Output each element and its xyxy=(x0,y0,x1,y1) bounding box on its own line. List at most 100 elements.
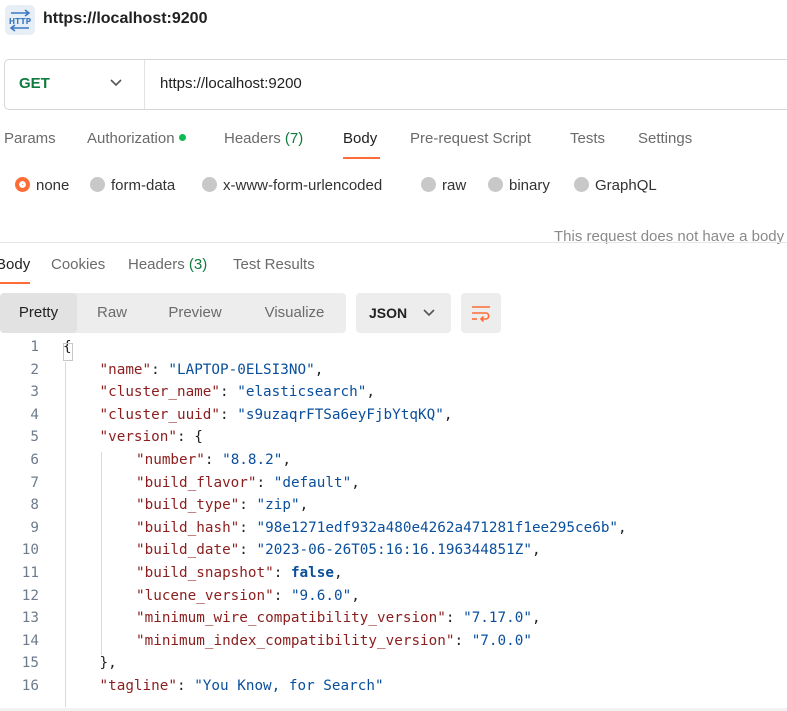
tab-authorization[interactable]: Authorization xyxy=(87,130,186,147)
json-value: "elasticsearch" xyxy=(237,384,367,401)
view-mode-pretty[interactable]: Pretty xyxy=(0,293,77,333)
line-number: 11 xyxy=(21,565,39,581)
tab-body[interactable]: Body xyxy=(343,130,377,147)
json-punctuation: , xyxy=(351,587,360,604)
response-tab-cookies[interactable]: Cookies xyxy=(51,256,105,273)
json-punctuation: , xyxy=(531,542,541,559)
title-bar: HTTP https://localhost:9200 xyxy=(0,0,787,40)
code-line: 10 "build_date": "2023-06-26T05:16:16.196… xyxy=(0,542,787,565)
request-tab-title[interactable]: https://localhost:9200 xyxy=(43,10,207,28)
json-key: "number" xyxy=(136,452,205,468)
json-value: "s9uzaqrFTSa6eyFjbYtqKQ" xyxy=(237,406,444,423)
json-value: "LAPTOP-0ELSI3NO" xyxy=(168,361,315,378)
view-mode-visualize[interactable]: Visualize xyxy=(243,293,346,333)
json-colon: : xyxy=(454,632,472,649)
code-content: "minimum_wire_compatibility_version": "7… xyxy=(136,610,541,626)
json-colon: : xyxy=(220,406,238,423)
json-value: "default" xyxy=(273,474,352,491)
json-punctuation: , xyxy=(351,474,360,491)
json-value: { xyxy=(194,429,203,446)
tab-settings[interactable]: Settings xyxy=(638,130,692,147)
method-select[interactable]: GET xyxy=(5,60,145,109)
json-key: "cluster_name" xyxy=(99,384,221,401)
view-mode-raw[interactable]: Raw xyxy=(77,293,147,333)
code-line: 4 "cluster_uuid": "s9uzaqrFTSa6eyFjbYtqKQ… xyxy=(0,407,787,430)
status-dot-icon xyxy=(178,134,186,141)
json-colon: : xyxy=(273,587,291,604)
response-tab-test-results[interactable]: Test Results xyxy=(233,256,315,273)
code-line: 12 "lucene_version": "9.6.0", xyxy=(0,588,787,611)
url-input[interactable]: https://localhost:9200 xyxy=(160,75,302,92)
line-number: 1 xyxy=(30,339,39,355)
chevron-down-icon xyxy=(423,309,435,317)
json-punctuation: , xyxy=(314,361,324,378)
radio-icon xyxy=(202,177,217,192)
json-key: "name" xyxy=(99,361,152,378)
json-colon: : xyxy=(256,474,274,491)
format-label: JSON xyxy=(369,305,408,321)
line-number: 8 xyxy=(30,497,39,514)
code-content: "cluster_name": "elasticsearch", xyxy=(100,384,375,400)
json-value: "7.17.0" xyxy=(463,610,532,627)
radio-selected-icon xyxy=(15,177,30,192)
json-colon: : xyxy=(273,565,291,581)
code-content: "build_hash": "98e1271edf932a480e4262a47… xyxy=(136,520,627,536)
json-key: "version" xyxy=(99,429,177,446)
radio-label: raw xyxy=(442,177,467,194)
json-key: "build_snapshot" xyxy=(136,565,274,581)
response-tab-headers-label: Headers xyxy=(128,256,185,273)
code-content: "number": "8.8.2", xyxy=(136,452,291,468)
response-tab-headers[interactable]: Headers (3) xyxy=(128,256,207,273)
json-punctuation: , xyxy=(443,406,453,423)
chevron-down-icon xyxy=(110,79,122,87)
active-tab-indicator xyxy=(343,157,380,159)
line-number: 4 xyxy=(30,406,39,423)
code-content: "version": { xyxy=(100,429,203,445)
code-content: "build_flavor": "default", xyxy=(136,475,360,491)
json-key: "minimum_index_compatibility_version" xyxy=(136,632,455,649)
json-colon: : xyxy=(176,429,195,446)
json-colon: : xyxy=(176,678,195,694)
code-content: "minimum_index_compatibility_version": "… xyxy=(136,633,532,649)
json-value: "You Know, for Search" xyxy=(194,678,384,694)
radio-label: none xyxy=(36,177,70,194)
json-key: "build_date" xyxy=(136,542,240,559)
json-key: "build_hash" xyxy=(136,519,240,536)
json-punctuation: , xyxy=(618,519,627,536)
view-mode-preview[interactable]: Preview xyxy=(147,293,243,333)
json-key: "build_type" xyxy=(136,497,240,514)
tab-headers[interactable]: Headers (7) xyxy=(224,130,303,147)
line-number: 6 xyxy=(30,452,39,468)
line-number: 13 xyxy=(21,610,39,627)
json-key: "minimum_wire_compatibility_version" xyxy=(136,610,446,627)
json-punctuation: , xyxy=(299,497,309,514)
code-line: 9 "build_hash": "98e1271edf932a480e4262a4… xyxy=(0,520,787,543)
response-tab-body[interactable]: Body xyxy=(0,256,30,273)
json-punctuation: , xyxy=(282,452,291,468)
json-colon: : xyxy=(445,610,464,627)
tab-pre-request-script[interactable]: Pre-request Script xyxy=(410,130,531,147)
format-select[interactable]: JSON xyxy=(356,293,451,333)
tab-authorization-label: Authorization xyxy=(87,130,175,147)
code-line: 1{ xyxy=(0,339,787,362)
section-divider xyxy=(0,242,787,243)
tab-headers-count: (7) xyxy=(284,130,304,147)
response-body-viewer[interactable]: 1{2 "name": "LAPTOP-0ELSI3NO", 3 "cluster_n… xyxy=(0,339,787,711)
code-line: 11 "build_snapshot": false, xyxy=(0,565,787,588)
json-key: "build_flavor" xyxy=(136,474,257,491)
line-number: 15 xyxy=(21,655,39,672)
tab-tests[interactable]: Tests xyxy=(570,130,605,147)
indent-guide xyxy=(65,361,66,707)
tab-params[interactable]: Params xyxy=(4,130,56,147)
code-content: "build_type": "zip", xyxy=(136,497,308,513)
response-tabs: Body Cookies Headers (3) Test Results xyxy=(0,254,787,286)
indent-guide xyxy=(101,452,102,656)
json-value: "7.0.0" xyxy=(471,632,532,649)
view-mode-segmented-control: Pretty Raw Preview Visualize xyxy=(0,293,346,333)
request-tabs: Params Authorization Headers (7) Body Pr… xyxy=(0,127,787,159)
line-number: 12 xyxy=(21,587,39,604)
wrap-lines-button[interactable] xyxy=(461,293,501,333)
json-colon: : xyxy=(239,497,257,514)
code-content: "cluster_uuid": "s9uzaqrFTSa6eyFjbYtqKQ"… xyxy=(100,407,453,423)
radio-icon xyxy=(488,177,503,192)
